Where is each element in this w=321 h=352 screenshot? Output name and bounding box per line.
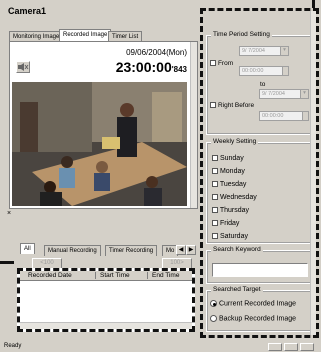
wednesday-checkbox[interactable] [212,194,218,201]
friday-checkbox[interactable] [212,220,218,227]
image-time: 23:00:00'843 [115,59,187,75]
current-recorded-radio[interactable] [210,300,217,307]
tab-recorded-image[interactable]: Recorded Image [59,29,112,41]
column-start-time[interactable]: Start Time [95,272,130,279]
from-time-value: 00:00:00 [242,68,264,74]
camera-image [12,82,187,206]
speaker-mute-button[interactable] [16,61,30,73]
option-label: Current Recorded Image [218,300,296,308]
day-label: Wednesday [219,194,257,201]
right-before-checkbox[interactable] [210,102,216,109]
tab-timer-recording[interactable]: Timer Recording [105,245,158,256]
thursday-checkbox[interactable] [212,207,218,214]
image-scrollbar[interactable] [190,42,197,208]
day-label: Tuesday [219,181,247,188]
backup-recorded-option[interactable]: Backup Recorded Image [210,315,296,322]
right-before-label: Right Before [217,102,255,109]
from-checkbox[interactable] [210,60,216,67]
search-keyword-title: Search Keyword [211,246,263,253]
arrow-right-icon: ▶ [188,247,194,253]
image-time-main: 23:00:00 [115,59,172,75]
day-row[interactable]: Friday [212,220,239,227]
from-label: From [217,60,234,67]
from-date-field[interactable]: 9/ 7/2004 ▾ [239,46,289,56]
weekly-group: Weekly Setting Sunday Monday Tuesday Wed… [206,138,316,244]
backup-recorded-radio[interactable] [210,315,217,322]
saturday-checkbox[interactable] [212,233,218,240]
to-label: to [260,81,266,88]
day-row[interactable]: Sunday [212,155,244,162]
search-keyword-group: Search Keyword [206,246,316,284]
sunday-checkbox[interactable] [212,155,218,162]
search-keyword-input[interactable] [212,263,308,277]
option-label: Backup Recorded Image [218,315,296,323]
tab-all[interactable]: All [20,243,35,254]
settings-scrollbar[interactable] [310,11,316,335]
monday-checkbox[interactable] [212,168,218,175]
image-time-ms: 843 [173,65,187,74]
callout-line-top [312,0,315,8]
status-text: Ready [4,343,22,349]
speaker-mute-icon [18,63,29,71]
tab-manual-recording[interactable]: Manual Recording [44,245,101,256]
image-date: 09/06/2004(Mon) [126,48,187,57]
column-end-time[interactable]: End Time [147,272,179,279]
from-date-value: 9/ 7/2004 [242,48,265,54]
close-icon[interactable]: × [7,210,17,240]
day-row[interactable]: Tuesday [212,181,246,188]
day-label: Monday [219,168,245,175]
dropdown-arrow-icon[interactable]: ▾ [300,90,308,98]
tab-scroll-left-button[interactable]: ◀ [176,245,186,255]
status-panel [284,343,298,351]
current-recorded-option[interactable]: Current Recorded Image [210,300,296,307]
right-before-checkbox-row[interactable]: Right Before [210,102,254,109]
arrow-left-icon: ◀ [178,247,184,253]
from-time-field[interactable]: 00:00:00 [239,66,289,76]
day-label: Thursday [219,207,250,214]
right-before-time-value: 00:00:00 [262,113,284,119]
from-checkbox-row[interactable]: From [210,60,233,67]
dropdown-arrow-icon[interactable]: ▾ [280,47,288,55]
image-frame: 09/06/2004(Mon) 23:00:00'843 [9,41,198,209]
day-row[interactable]: Monday [212,168,245,175]
time-spinner[interactable] [282,67,288,75]
table-hscrollbar[interactable] [20,322,192,329]
searched-target-group: Searched Target Current Recorded Image B… [206,286,316,332]
status-panel [300,343,314,351]
to-date-field[interactable]: 9/ 7/2004 ▾ [259,89,309,99]
day-label: Sunday [219,155,244,162]
time-period-title: Time Period Setting [211,31,272,38]
to-date-value: 9/ 7/2004 [262,91,285,97]
status-bar: Ready [0,343,321,352]
office-scene-image [12,82,187,206]
time-period-group: Time Period Setting From 9/ 7/2004 ▾ 00:… [206,31,316,135]
day-label: Saturday [219,233,248,240]
tuesday-checkbox[interactable] [212,181,218,188]
column-recorded-date[interactable]: Recorded Date [28,272,72,279]
time-spinner[interactable] [302,112,308,120]
status-panel [268,343,282,351]
table-header: Recorded Date Start Time End Time [20,271,192,281]
searched-target-title: Searched Target [211,286,263,293]
callout-line-left [0,261,14,264]
day-row[interactable]: Saturday [212,233,248,240]
day-label: Friday [219,220,240,227]
right-before-time-field[interactable]: 00:00:00 [259,111,309,121]
weekly-title: Weekly Setting [211,138,259,145]
tab-scroll-right-button[interactable]: ▶ [186,245,196,255]
camera-title: Camera1 [8,6,47,16]
day-row[interactable]: Thursday [212,207,249,214]
search-settings-panel: Time Period Setting From 9/ 7/2004 ▾ 00:… [200,8,319,338]
day-row[interactable]: Wednesday [212,194,257,201]
recording-list-table[interactable]: Recorded Date Start Time End Time [17,268,195,332]
